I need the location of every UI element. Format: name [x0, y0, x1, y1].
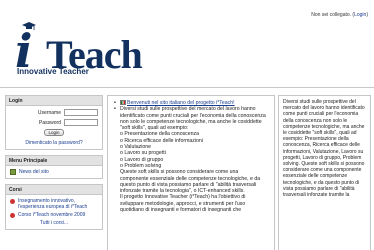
soft-skills-paragraph: Queste soft skills si possono considerar…: [120, 169, 261, 195]
left-sidebar: Login Username Password Login Dimenticat…: [5, 95, 103, 235]
forgot-password-link[interactable]: Dimenticato la password?: [25, 140, 82, 146]
main-menu-block: Menu Principale News del sito: [5, 155, 103, 179]
list-item: Il progetto Innovative Teacher (i*Teach)…: [114, 194, 268, 213]
content-list: • Benvenuti nel sito italiano del proget…: [114, 100, 268, 213]
intro-text: Diversi studi sulle prospettive del merc…: [120, 106, 266, 132]
username-input[interactable]: [64, 109, 98, 116]
project-paragraph: Il progetto Innovative Teacher (i*Teach)…: [120, 194, 246, 214]
password-label: Password: [39, 119, 61, 126]
course-link[interactable]: Corso i*Teach novembre 2009: [18, 212, 85, 218]
news-icon: [10, 169, 16, 175]
list-item: Queste soft skills si possono considerar…: [114, 169, 268, 194]
login-block-title: Login: [6, 96, 102, 106]
course-icon: [10, 213, 15, 218]
course-link[interactable]: Insegnamento innovativo, l'esperienza eu…: [18, 198, 98, 210]
username-row: Username: [10, 109, 98, 116]
all-courses-link[interactable]: Tutti i corsi...: [40, 220, 68, 226]
login-status-prefix: Non sei collegato. (: [311, 12, 355, 18]
list-item: • Diversi studi sulle prospettive del me…: [114, 106, 268, 131]
welcome-link[interactable]: Benvenuti nel sito italiano del progetto…: [127, 100, 235, 106]
italy-flag-icon: [120, 100, 126, 106]
bullet: [114, 169, 117, 194]
login-block: Login Username Password Login Dimenticat…: [5, 95, 103, 150]
menu-item-news[interactable]: News del sito: [10, 169, 98, 175]
course-icon: [10, 199, 15, 204]
right-sidebar: Diversi studi sulle prospettive del merc…: [278, 95, 371, 250]
login-link[interactable]: Login: [354, 12, 366, 18]
password-input[interactable]: [64, 119, 98, 126]
courses-title: Corsi: [6, 185, 102, 195]
page-header: Non sei collegato. (Login) i Teach Innov…: [0, 0, 374, 88]
username-label: Username: [37, 109, 61, 116]
bullet: [114, 194, 117, 213]
main-content: • Benvenuti nel sito italiano del proget…: [107, 95, 275, 250]
course-item[interactable]: Corso i*Teach novembre 2009: [10, 212, 98, 218]
login-status: Non sei collegato. (Login): [311, 12, 368, 18]
courses-block: Corsi Insegnamento innovativo, l'esperie…: [5, 184, 103, 230]
password-row: Password: [10, 119, 98, 126]
menu-item-news-label[interactable]: News del sito: [19, 169, 49, 175]
right-panel-text: Diversi studi sulle prospettive del merc…: [283, 99, 365, 199]
logo-tagline: Innovative Teacher: [17, 67, 89, 76]
bullet: •: [114, 106, 116, 113]
course-item[interactable]: Insegnamento innovativo, l'esperienza eu…: [10, 198, 98, 210]
login-status-suffix: ): [366, 12, 368, 18]
login-button[interactable]: Login: [44, 129, 64, 136]
site-logo[interactable]: i Teach Innovative Teacher: [15, 18, 143, 78]
main-menu-title: Menu Principale: [6, 156, 102, 166]
